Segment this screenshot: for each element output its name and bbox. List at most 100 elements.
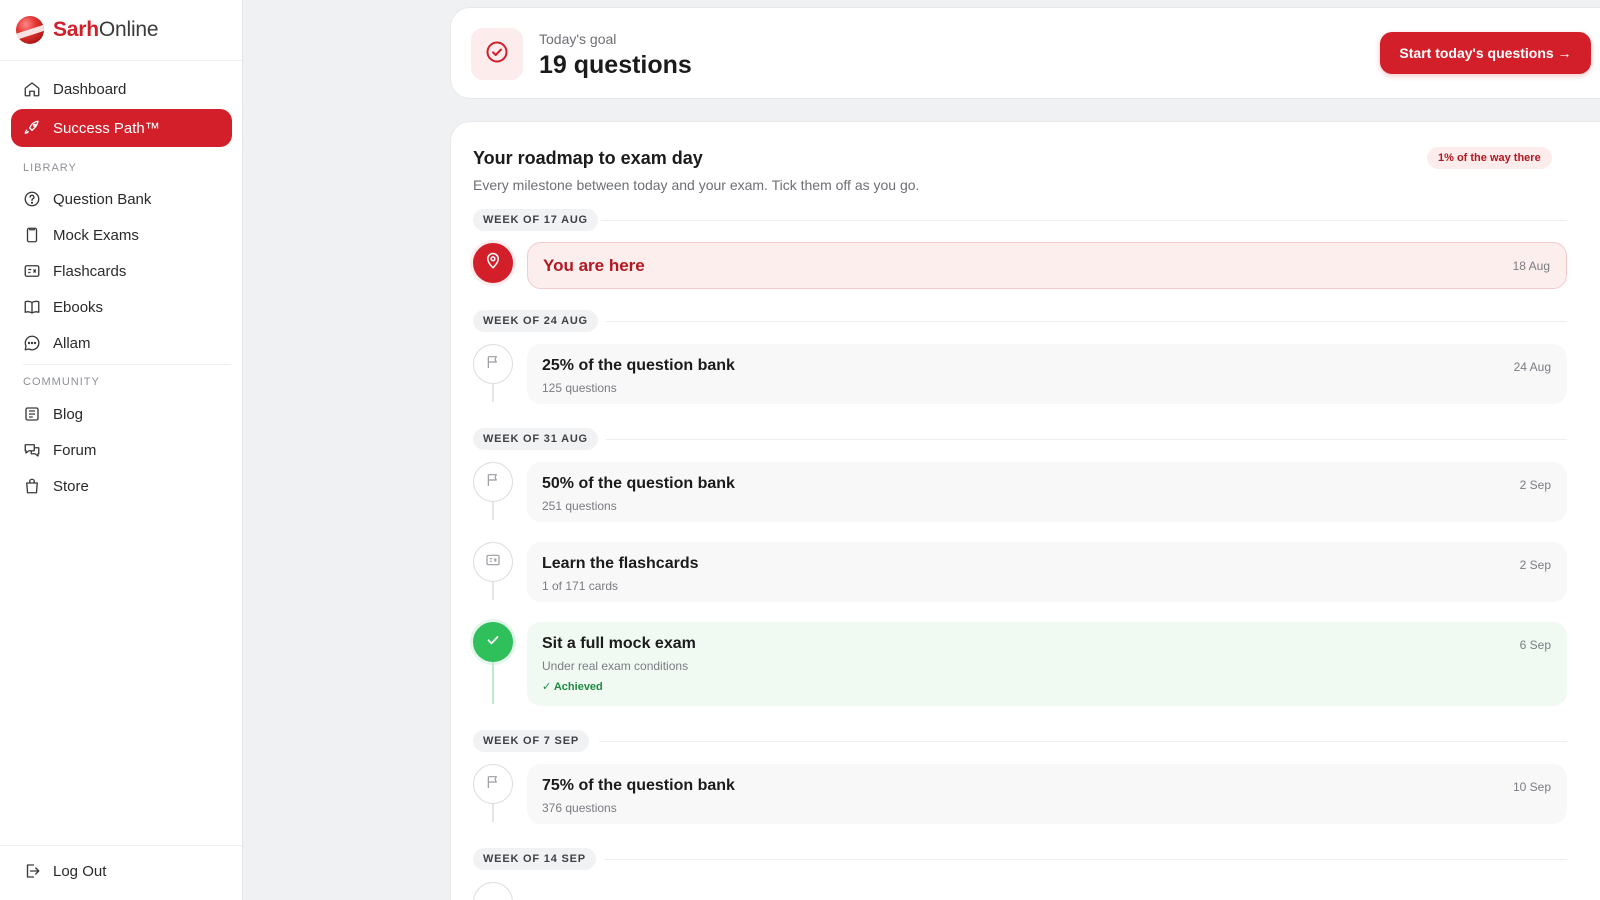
goal-label: Today's goal <box>539 31 617 47</box>
chat-bubble-icon <box>23 334 41 352</box>
milestone-meta: 1 of 171 cards <box>542 579 619 593</box>
sidebar-item-label: Question Bank <box>53 190 152 208</box>
sidebar-item-label: Allam <box>53 334 91 352</box>
section-heading-library: LIBRARY <box>23 162 77 174</box>
todays-goal-card: Today's goal 19 questions Start today's … <box>450 7 1600 99</box>
milestone-connector <box>492 582 494 600</box>
logout-label: Log Out <box>53 862 107 880</box>
week-label: WEEK OF 31 AUG <box>473 428 598 450</box>
milestone-card[interactable]: 50% of the question bank 251 questions 2… <box>527 462 1567 522</box>
home-icon <box>23 80 41 98</box>
milestone-date: 6 Sep <box>1519 638 1551 652</box>
milestone-card-achieved[interactable]: Sit a full mock exam Under real exam con… <box>527 622 1567 706</box>
sidebar-divider <box>0 845 242 846</box>
goal-icon-badge <box>471 28 523 80</box>
milestone-connector <box>492 502 494 520</box>
milestone-meta: 251 questions <box>542 499 617 513</box>
milestone-title: Sit a full mock exam <box>542 635 696 652</box>
sidebar-item-label: Success Path™ <box>53 119 160 137</box>
flag-icon <box>485 774 501 795</box>
rocket-icon <box>23 119 41 137</box>
sidebar-item-allam[interactable]: Allam <box>11 324 232 362</box>
forum-icon <box>23 441 41 459</box>
question-circle-icon <box>23 190 41 208</box>
milestone-connector <box>492 804 494 822</box>
location-pin-icon <box>484 252 502 275</box>
section-heading-community: COMMUNITY <box>23 376 100 388</box>
milestone-node <box>473 882 513 900</box>
week-label: WEEK OF 14 SEP <box>473 848 596 870</box>
milestone-date: 24 Aug <box>1513 360 1551 374</box>
milestone-card[interactable]: 25% of the question bank 125 questions 2… <box>527 344 1567 404</box>
sidebar-item-flashcards[interactable]: Flashcards <box>11 252 232 290</box>
sidebar-item-forum[interactable]: Forum <box>11 431 232 469</box>
milestone-date: 2 Sep <box>1519 478 1551 492</box>
roadmap-card: Your roadmap to exam day Every milestone… <box>450 121 1600 900</box>
sidebar-item-label: Ebooks <box>53 298 104 316</box>
week-divider <box>599 741 1567 742</box>
sidebar-separator <box>23 364 231 365</box>
sidebar-item-success-path[interactable]: Success Path™ <box>11 109 232 147</box>
milestone-title: 50% of the question bank <box>542 475 735 492</box>
sidebar-item-dashboard[interactable]: Dashboard <box>11 70 232 108</box>
sarh-logo-icon <box>16 16 44 44</box>
milestone-node <box>473 462 513 502</box>
flashcard-icon <box>485 552 501 573</box>
milestone-node <box>473 344 513 384</box>
roadmap-title: Your roadmap to exam day <box>473 148 703 168</box>
sidebar-item-label: Store <box>53 477 89 495</box>
logout-icon <box>23 862 41 880</box>
sidebar-item-blog[interactable]: Blog <box>11 395 232 433</box>
roadmap-subtitle: Every milestone between today and your e… <box>473 177 920 193</box>
achieved-status: ✓ Achieved <box>542 681 603 693</box>
sidebar-item-label: Dashboard <box>53 80 127 98</box>
flag-icon <box>485 354 501 375</box>
milestone-meta: 376 questions <box>542 801 617 815</box>
brand-name: SarhOnline <box>53 18 159 42</box>
week-label: WEEK OF 17 AUG <box>473 209 598 231</box>
brand-name-bold: Sarh <box>53 18 99 41</box>
sidebar-item-ebooks[interactable]: Ebooks <box>11 288 232 326</box>
milestone-card[interactable]: Learn the flashcards 1 of 171 cards 2 Se… <box>527 542 1567 602</box>
exam-sheet-icon <box>23 226 41 244</box>
week-label: WEEK OF 7 SEP <box>473 730 589 752</box>
sidebar: SarhOnline Dashboard Success Path™ LIBRA… <box>0 0 243 900</box>
progress-badge: 1% of the way there <box>1427 147 1552 169</box>
sidebar-item-store[interactable]: Store <box>11 467 232 505</box>
sidebar-item-mock-exams[interactable]: Mock Exams <box>11 216 232 254</box>
week-divider <box>601 220 1567 221</box>
milestone-date: 18 Aug <box>1512 259 1550 273</box>
milestone-meta: Under real exam conditions <box>542 659 689 673</box>
milestone-title: Learn the flashcards <box>542 555 699 572</box>
week-divider <box>606 321 1567 322</box>
milestone-node-achieved <box>473 622 513 662</box>
milestone-connector <box>492 384 494 402</box>
milestone-title: 75% of the question bank <box>542 777 735 794</box>
sidebar-item-label: Flashcards <box>53 262 127 280</box>
milestone-title: 25% of the question bank <box>542 357 735 374</box>
flag-icon <box>485 472 501 493</box>
week-divider <box>604 859 1567 860</box>
check-icon <box>484 631 502 654</box>
flashcard-icon <box>23 262 41 280</box>
logout-button[interactable]: Log Out <box>11 852 232 890</box>
milestone-date: 10 Sep <box>1512 780 1551 794</box>
sidebar-item-question-bank[interactable]: Question Bank <box>11 180 232 218</box>
goal-value: 19 questions <box>539 51 692 79</box>
milestone-date: 2 Sep <box>1519 558 1551 572</box>
brand-logo-link[interactable]: SarhOnline <box>16 16 159 44</box>
milestone-you-are-here: You are here 18 Aug <box>527 242 1567 289</box>
milestone-meta: 125 questions <box>542 381 617 395</box>
shopping-bag-icon <box>23 477 41 495</box>
milestone-title: You are here <box>543 256 645 275</box>
book-icon <box>23 298 41 316</box>
newspaper-icon <box>23 405 41 423</box>
start-todays-questions-button[interactable]: Start today's questions → <box>1380 32 1591 74</box>
sidebar-item-label: Forum <box>53 441 97 459</box>
sidebar-divider <box>0 60 242 61</box>
sidebar-item-label: Mock Exams <box>53 226 139 244</box>
milestone-node-current <box>473 243 513 283</box>
milestone-node <box>473 542 513 582</box>
milestone-connector <box>492 662 494 704</box>
milestone-card[interactable]: 75% of the question bank 376 questions 1… <box>527 764 1567 824</box>
